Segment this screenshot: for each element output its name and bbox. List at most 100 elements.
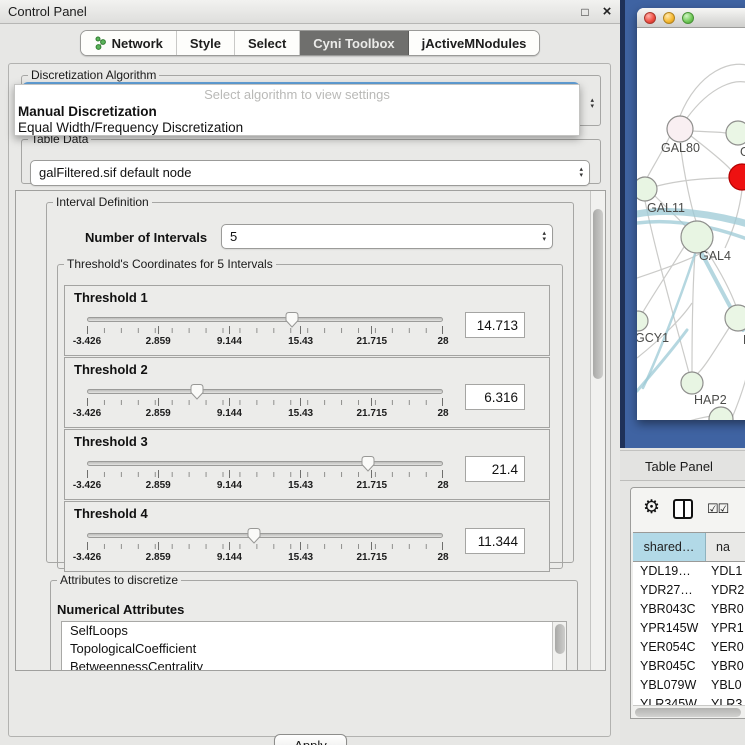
algorithm-option[interactable]: Manual Discretization (18, 104, 576, 119)
slider-major-ticks (87, 326, 443, 334)
scale-tick-label: 9.144 (217, 552, 242, 563)
table-row[interactable]: YLR345WYLR3 (633, 695, 745, 705)
slider-handle-icon[interactable] (360, 455, 376, 472)
tab-network[interactable]: Network (81, 31, 177, 55)
cell-name[interactable]: YBR0 (706, 657, 745, 676)
slider-track[interactable] (87, 389, 443, 394)
network-window-titlebar[interactable] (637, 8, 745, 28)
threshold-title: Threshold 2 (74, 362, 148, 377)
threshold-value-field[interactable] (465, 312, 525, 338)
slider-handle-icon[interactable] (189, 383, 205, 400)
network-view-frame: GAL80GACGAL11GAL4GCY1HHAP2 (620, 0, 745, 448)
cell-shared-name[interactable]: YDR27… (633, 581, 706, 600)
table-row[interactable]: YBR045CYBR0 (633, 657, 745, 676)
settings-scrollbar[interactable] (590, 191, 605, 670)
network-node-hap2[interactable] (681, 372, 703, 394)
slider-handle-icon[interactable] (246, 527, 262, 544)
cell-name[interactable]: YER0 (706, 638, 745, 657)
gear-icon[interactable]: ⚙ (643, 496, 660, 519)
scale-tick-label: -3.426 (73, 480, 101, 491)
cell-shared-name[interactable]: YLR345W (633, 695, 706, 705)
threshold-slider[interactable]: -3.4262.8599.14415.4321.71528 (87, 526, 443, 570)
table-panel-titlebar: Table Panel (620, 450, 745, 481)
zoom-traffic-light-icon[interactable] (682, 12, 694, 24)
attribute-list-item[interactable]: TopologicalCoefficient (62, 640, 566, 658)
tab-cyni-toolbox[interactable]: Cyni Toolbox (300, 31, 408, 55)
table-row[interactable]: YDL19…YDL1 (633, 562, 745, 581)
cell-name[interactable]: YDR2 (706, 581, 745, 600)
slider-track[interactable] (87, 317, 443, 322)
close-traffic-light-icon[interactable] (644, 12, 656, 24)
apply-button[interactable]: Apply (274, 734, 347, 745)
number-of-intervals-combobox[interactable]: 5 ▴▾ (221, 224, 553, 249)
tab-style[interactable]: Style (177, 31, 235, 55)
threshold-slider[interactable]: -3.4262.8599.14415.4321.71528 (87, 382, 443, 426)
slider-scale-labels: -3.4262.8599.14415.4321.71528 (87, 480, 443, 492)
list-scrollbar[interactable] (552, 622, 566, 671)
threshold-slider[interactable]: -3.4262.8599.14415.4321.71528 (87, 454, 443, 498)
column-header-shared-name[interactable]: shared… (633, 533, 706, 561)
control-panel-window: Control Panel □ × NetworkStyleSelectCyni… (0, 0, 620, 745)
scale-tick-label: 15.43 (288, 336, 313, 347)
attribute-list-item[interactable]: SelfLoops (62, 622, 566, 640)
algorithm-placeholder-option[interactable]: Select algorithm to view settings (15, 87, 579, 102)
table-hscrollbar-thumb[interactable] (635, 708, 741, 717)
scale-tick-label: -3.426 (73, 408, 101, 419)
network-node-label: GAL11 (647, 201, 685, 215)
network-graph[interactable]: GAL80GACGAL11GAL4GCY1HHAP2 (637, 28, 745, 420)
table-row[interactable]: YER054CYER0 (633, 638, 745, 657)
cell-shared-name[interactable]: YDL19… (633, 562, 706, 581)
network-node-h[interactable] (725, 305, 745, 331)
threshold-slider[interactable]: -3.4262.8599.14415.4321.71528 (87, 310, 443, 354)
network-node-gal11[interactable] (637, 177, 657, 201)
tab-select[interactable]: Select (235, 31, 300, 55)
top-tab-bar: NetworkStyleSelectCyni ToolboxjActiveMNo… (0, 30, 620, 58)
number-of-intervals-label: Number of Intervals (85, 230, 207, 245)
discretization-algorithm-label: Discretization Algorithm (28, 68, 159, 82)
table-header-row: shared… na (633, 532, 745, 562)
algorithm-option[interactable]: Equal Width/Frequency Discretization (18, 120, 576, 135)
network-node[interactable] (709, 407, 733, 420)
cell-shared-name[interactable]: YBR043C (633, 600, 706, 619)
cell-name[interactable]: YBR0 (706, 600, 745, 619)
table-data-combobox[interactable]: galFiltered.sif default node ▴▾ (30, 160, 590, 186)
network-node-c[interactable] (729, 164, 745, 190)
slider-handle-icon[interactable] (284, 311, 300, 328)
list-scrollbar-thumb[interactable] (555, 624, 565, 654)
columns-icon[interactable] (673, 499, 693, 519)
table-row[interactable]: YDR27…YDR2 (633, 581, 745, 600)
cell-name[interactable]: YDL1 (706, 562, 745, 581)
threshold-value-field[interactable] (465, 528, 525, 554)
threshold-value-field[interactable] (465, 384, 525, 410)
cell-shared-name[interactable]: YER054C (633, 638, 706, 657)
table-horizontal-scrollbar[interactable] (633, 705, 745, 718)
cell-shared-name[interactable]: YBR045C (633, 657, 706, 676)
cell-shared-name[interactable]: YPR145W (633, 619, 706, 638)
network-icon (94, 36, 107, 50)
threshold-value-field[interactable] (465, 456, 525, 482)
cell-shared-name[interactable]: YBL079W (633, 676, 706, 695)
table-row[interactable]: YBL079WYBL0 (633, 676, 745, 695)
minimize-traffic-light-icon[interactable] (663, 12, 675, 24)
table-row[interactable]: YBR043CYBR0 (633, 600, 745, 619)
column-header-name[interactable]: na (706, 533, 745, 561)
table-data-value: galFiltered.sif default node (31, 161, 589, 184)
network-node-ga[interactable] (726, 121, 745, 145)
float-window-icon[interactable]: □ (576, 0, 594, 24)
network-node-gcy1[interactable] (637, 311, 648, 331)
network-node-gal80[interactable] (667, 116, 693, 142)
attribute-list-item[interactable]: BetweennessCentrality (62, 658, 566, 671)
cell-name[interactable]: YPR1 (706, 619, 745, 638)
numerical-attributes-list[interactable]: SelfLoopsTopologicalCoefficientBetweenne… (61, 621, 567, 671)
select-columns-icon[interactable]: ☑☑ (707, 501, 728, 517)
table-panel: ⚙ ☑☑ shared… na YDL19…YDL1YDR27…YDR2YBR0… (630, 487, 745, 719)
table-row[interactable]: YPR145WYPR1 (633, 619, 745, 638)
settings-scrollbar-thumb[interactable] (593, 209, 603, 379)
cell-name[interactable]: YLR3 (706, 695, 745, 705)
close-window-icon[interactable]: × (598, 0, 616, 24)
tab-jactivemnodules[interactable]: jActiveMNodules (409, 31, 540, 55)
thresholds-group: Threshold's Coordinates for 5 Intervals … (57, 257, 563, 569)
slider-track[interactable] (87, 461, 443, 466)
cell-name[interactable]: YBL0 (706, 676, 745, 695)
slider-track[interactable] (87, 533, 443, 538)
